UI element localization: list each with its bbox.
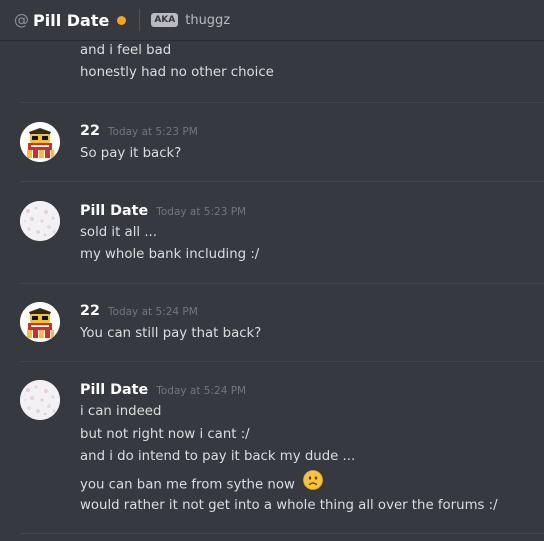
message-text: my whole bank including :/ [80, 247, 260, 262]
message-text: but not right now i cant :/ [80, 427, 250, 442]
speckled-white-avatar-icon [20, 201, 60, 241]
avatar-22[interactable] [20, 302, 60, 342]
message-timestamp[interactable]: Today at 5:23 PM [156, 206, 246, 218]
message-divider [20, 533, 544, 534]
message-timestamp[interactable]: Today at 5:23 PM [108, 126, 198, 138]
message-text: sold it all ... [80, 225, 158, 240]
cartoon-character-avatar-icon [20, 302, 60, 342]
message-text-with-emoji: you can ban me from sythe now [80, 470, 323, 496]
message-text: and i feel bad [80, 43, 172, 58]
message-text: honestly had no other choice [80, 65, 274, 80]
idle-status-icon [117, 15, 127, 25]
speckled-white-avatar-icon [20, 380, 60, 420]
message-text: i can indeed [80, 404, 162, 419]
message-text: would rather it not get into a whole thi… [80, 498, 498, 513]
header-divider [139, 9, 141, 31]
message-header: Pill Date Today at 5:23 PM [80, 201, 246, 222]
message-list[interactable]: and i feel bad honestly had no other cho… [0, 40, 544, 541]
channel-header: @ Pill Date AKA thuggz [0, 0, 544, 40]
message-divider [20, 283, 544, 284]
message-author[interactable]: Pill Date [80, 382, 148, 398]
message-divider [20, 361, 544, 362]
message-author[interactable]: 22 [80, 303, 100, 319]
aka-badge: AKA [151, 13, 179, 27]
at-sign-icon: @ [14, 11, 29, 29]
message-divider [20, 181, 544, 182]
message-author[interactable]: 22 [80, 123, 100, 139]
message-text: and i do intend to pay it back my dude .… [80, 449, 356, 464]
message-divider [20, 102, 544, 103]
avatar-pill-date[interactable] [20, 380, 60, 420]
message-timestamp[interactable]: Today at 5:24 PM [108, 306, 198, 318]
avatar-pill-date[interactable] [20, 201, 60, 241]
aka-nickname: thuggz [185, 12, 231, 28]
message-text: So pay it back? [80, 146, 182, 161]
dm-recipient-name[interactable]: Pill Date [33, 11, 109, 30]
avatar-22[interactable] [20, 122, 60, 162]
message-author[interactable]: Pill Date [80, 203, 148, 219]
message-header: 22 Today at 5:23 PM [80, 121, 198, 142]
dm-chat-window: @ Pill Date AKA thuggz and i feel bad ho… [0, 0, 544, 541]
message-header: 22 Today at 5:24 PM [80, 301, 198, 322]
message-header: Pill Date Today at 5:24 PM [80, 380, 246, 401]
message-text: You can still pay that back? [80, 326, 262, 341]
cartoon-character-avatar-icon [20, 122, 60, 162]
message-timestamp[interactable]: Today at 5:24 PM [156, 385, 246, 397]
message-text: you can ban me from sythe now [80, 477, 295, 493]
frowning-face-emoji-icon [303, 470, 323, 496]
